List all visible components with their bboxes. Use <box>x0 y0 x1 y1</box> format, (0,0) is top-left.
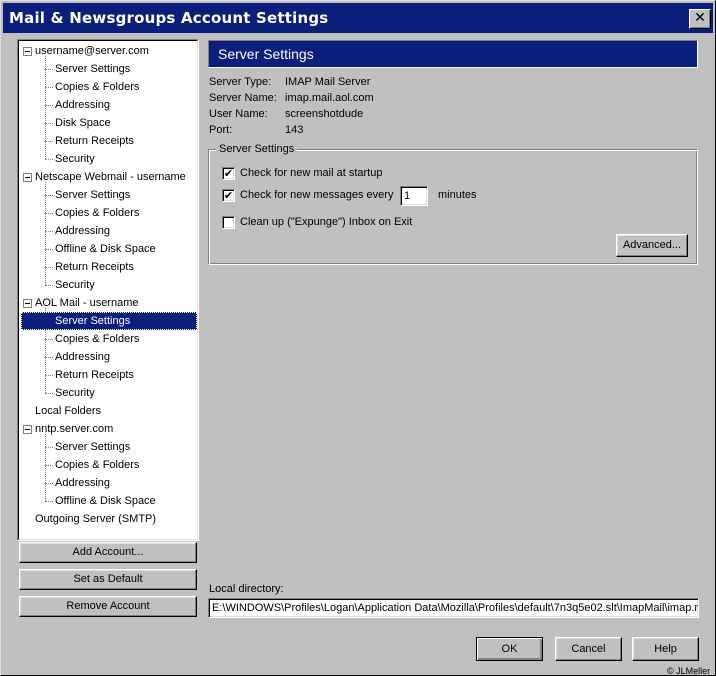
cancel-button[interactable]: Cancel <box>555 637 622 661</box>
help-button[interactable]: Help <box>632 637 699 661</box>
remove-account-button[interactable]: Remove Account <box>19 596 197 617</box>
port-label: Port: <box>209 124 233 136</box>
title-bar[interactable]: Mail & Newsgroups Account Settings ✕ <box>3 3 713 33</box>
tree-connector-line <box>45 141 53 142</box>
tree-item-copies-folders[interactable]: Copies & Folders <box>53 456 141 474</box>
user-name-label: User Name: <box>209 108 268 120</box>
tree-item-addressing[interactable]: Addressing <box>53 222 112 240</box>
tree-item-server-settings[interactable]: Server Settings <box>53 438 132 456</box>
tree-connector-line <box>45 447 53 448</box>
tree-connector-line <box>45 501 53 502</box>
local-directory-input[interactable]: E:\WINDOWS\Profiles\Logan\Application Da… <box>208 598 699 618</box>
tree-connector-line <box>45 434 46 501</box>
tree-account-nntp-server-com[interactable]: nntp.server.com <box>35 420 113 438</box>
tree-item-server-settings[interactable]: Server Settings <box>21 312 197 330</box>
tree-item-addressing[interactable]: Addressing <box>53 474 112 492</box>
tree-expander-icon[interactable] <box>23 299 32 308</box>
tree-item-addressing[interactable]: Addressing <box>53 348 112 366</box>
tree-item-server-settings[interactable]: Server Settings <box>53 60 132 78</box>
add-account-button[interactable]: Add Account... <box>19 542 197 563</box>
tree-connector-line <box>45 195 53 196</box>
tree-expander-icon[interactable] <box>23 425 32 434</box>
tree-connector-line <box>45 483 53 484</box>
tree-item-offline-disk-space[interactable]: Offline & Disk Space <box>53 240 158 258</box>
tree-connector-line <box>45 56 46 159</box>
tree-connector-line <box>45 249 53 250</box>
server-type-value: IMAP Mail Server <box>285 76 371 88</box>
interval-unit-label: minutes <box>438 189 477 201</box>
tree-item-offline-disk-space[interactable]: Offline & Disk Space <box>53 492 158 510</box>
tree-connector-line <box>45 357 53 358</box>
set-as-default-button[interactable]: Set as Default <box>19 569 197 590</box>
tree-connector-line <box>45 69 53 70</box>
tree-connector-line <box>45 285 53 286</box>
tree-item-return-receipts[interactable]: Return Receipts <box>53 258 136 276</box>
tree-account-username-server-com[interactable]: username@server.com <box>35 42 149 60</box>
advanced-button[interactable]: Advanced... <box>616 234 688 257</box>
close-button[interactable]: ✕ <box>689 9 711 29</box>
tree-connector-line <box>45 182 46 285</box>
tree-connector-line <box>45 105 53 106</box>
tree-account-aol-mail-username[interactable]: AOL Mail - username <box>35 294 139 312</box>
account-tree[interactable]: username@server.com Server Settings Copies… <box>17 39 199 541</box>
tree-connector-line <box>45 465 53 466</box>
tree-item-server-settings[interactable]: Server Settings <box>53 186 132 204</box>
tree-item-disk-space[interactable]: Disk Space <box>53 114 113 132</box>
expunge-checkbox[interactable] <box>222 216 235 229</box>
tree-connector-line <box>45 87 53 88</box>
tree-connector-line <box>45 393 53 394</box>
tree-item-security[interactable]: Security <box>53 150 97 168</box>
tree-account-outgoing-server-smtp[interactable]: Outgoing Server (SMTP) <box>35 510 156 528</box>
server-settings-group-title: Server Settings <box>216 143 298 155</box>
ok-button[interactable]: OK <box>476 637 543 661</box>
tree-expander-icon[interactable] <box>23 173 32 182</box>
server-type-label: Server Type: <box>209 76 272 88</box>
tree-connector-line <box>45 375 53 376</box>
port-value: 143 <box>285 124 304 136</box>
check-startup-checkbox[interactable]: ✔ <box>222 167 235 180</box>
panel-header: Server Settings <box>208 40 698 68</box>
tree-account-netscape-webmail-username[interactable]: Netscape Webmail - username <box>35 168 186 186</box>
tree-connector-line <box>45 213 53 214</box>
tree-item-return-receipts[interactable]: Return Receipts <box>53 132 136 150</box>
check-startup-label: Check for new mail at startup <box>240 167 383 179</box>
check-interval-input[interactable]: 1 <box>400 186 428 206</box>
tree-item-security[interactable]: Security <box>53 276 97 294</box>
window-title: Mail & Newsgroups Account Settings <box>9 9 329 27</box>
tree-connector-line <box>45 231 53 232</box>
user-name-value: screenshotdude <box>285 108 364 120</box>
server-name-value: imap.mail.aol.com <box>285 92 374 104</box>
tree-connector-line <box>45 267 53 268</box>
local-directory-label: Local directory: <box>209 583 284 595</box>
tree-item-copies-folders[interactable]: Copies & Folders <box>53 330 141 348</box>
copyright-text: © JLMeller <box>667 666 711 676</box>
tree-item-copies-folders[interactable]: Copies & Folders <box>53 78 141 96</box>
tree-item-security[interactable]: Security <box>53 384 97 402</box>
tree-item-copies-folders[interactable]: Copies & Folders <box>53 204 141 222</box>
tree-connector-line <box>45 159 53 160</box>
check-every-label: Check for new messages every <box>240 189 394 201</box>
tree-account-local-folders[interactable]: Local Folders <box>35 402 101 420</box>
server-name-label: Server Name: <box>209 92 277 104</box>
tree-item-return-receipts[interactable]: Return Receipts <box>53 366 136 384</box>
tree-item-addressing[interactable]: Addressing <box>53 96 112 114</box>
panel-title: Server Settings <box>218 46 314 62</box>
check-every-checkbox[interactable]: ✔ <box>222 189 235 202</box>
tree-connector-line <box>45 339 53 340</box>
tree-connector-line <box>45 123 53 124</box>
tree-expander-icon[interactable] <box>23 47 32 56</box>
expunge-label: Clean up ("Expunge") Inbox on Exit <box>240 216 413 228</box>
account-tree-list[interactable]: username@server.com Server Settings Copies… <box>18 40 198 540</box>
account-settings-window: Mail & Newsgroups Account Settings ✕ use… <box>0 0 716 676</box>
